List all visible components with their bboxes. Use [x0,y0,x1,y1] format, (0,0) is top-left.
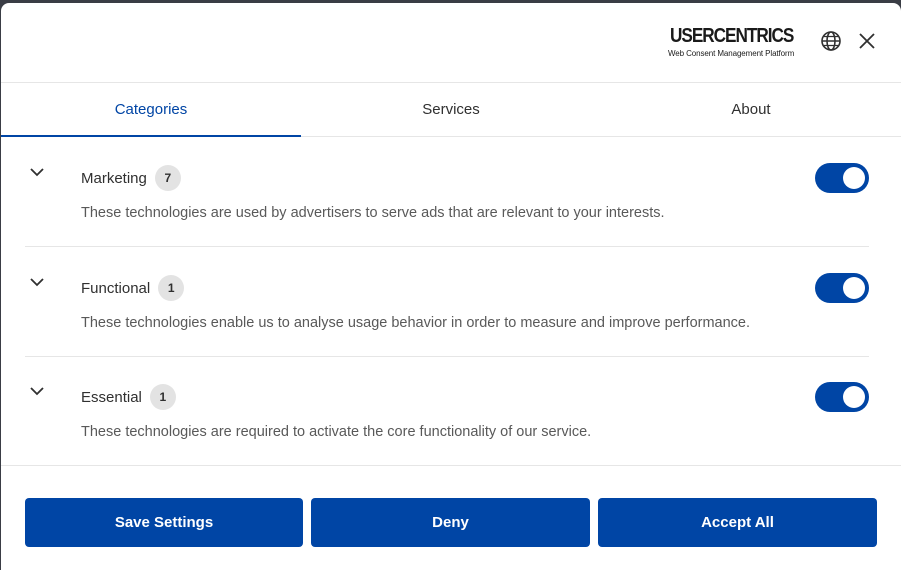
category-title-text: Marketing [81,169,147,187]
category-title: Essential 1 [81,384,176,410]
categories-list: Marketing 7 These technologies are used … [1,137,901,465]
functional-toggle[interactable] [815,273,869,303]
category-description: These technologies enable us to analyse … [81,315,751,331]
category-title: Functional 1 [81,275,185,301]
marketing-toggle[interactable] [815,163,869,193]
tab-services[interactable]: Services [301,83,601,136]
toggle-knob [843,167,865,189]
service-count-badge: 1 [158,275,185,301]
brand-logo: USERCENTRICS Web Consent Management Plat… [668,25,800,61]
toggle-knob [843,277,865,299]
brand-name: USERCENTRICS [670,25,794,47]
language-button[interactable] [819,29,843,53]
accept-all-button[interactable]: Accept All [598,498,877,547]
category-title-text: Functional [81,279,151,297]
category-marketing: Marketing 7 These technologies are used … [25,137,869,247]
dialog-footer: Save Settings Deny Accept All [1,465,901,570]
save-settings-button[interactable]: Save Settings [25,498,303,547]
tab-categories[interactable]: Categories [1,83,301,137]
category-description: These technologies are used by advertise… [81,205,665,221]
chevron-down-icon[interactable] [27,381,47,401]
tab-bar: Categories Services About [1,83,901,137]
brand-tagline: Web Consent Management Platform [668,49,795,58]
chevron-down-icon[interactable] [27,162,47,182]
tab-about[interactable]: About [601,83,901,136]
service-count-badge: 1 [149,384,176,410]
deny-button[interactable]: Deny [311,498,590,547]
essential-toggle[interactable] [815,382,869,412]
close-button[interactable] [855,29,879,53]
category-functional: Functional 1 These technologies enable u… [25,247,869,357]
dialog-header: USERCENTRICS Web Consent Management Plat… [1,3,901,83]
globe-icon [821,31,841,51]
close-icon [859,33,875,49]
chevron-down-icon[interactable] [27,272,47,292]
consent-dialog: USERCENTRICS Web Consent Management Plat… [1,3,901,570]
category-description: These technologies are required to activ… [81,424,592,440]
toggle-knob [843,386,865,408]
category-essential: Essential 1 These technologies are requi… [25,356,869,465]
service-count-badge: 7 [154,165,181,191]
category-title: Marketing 7 [81,165,181,191]
category-title-text: Essential [81,388,142,406]
